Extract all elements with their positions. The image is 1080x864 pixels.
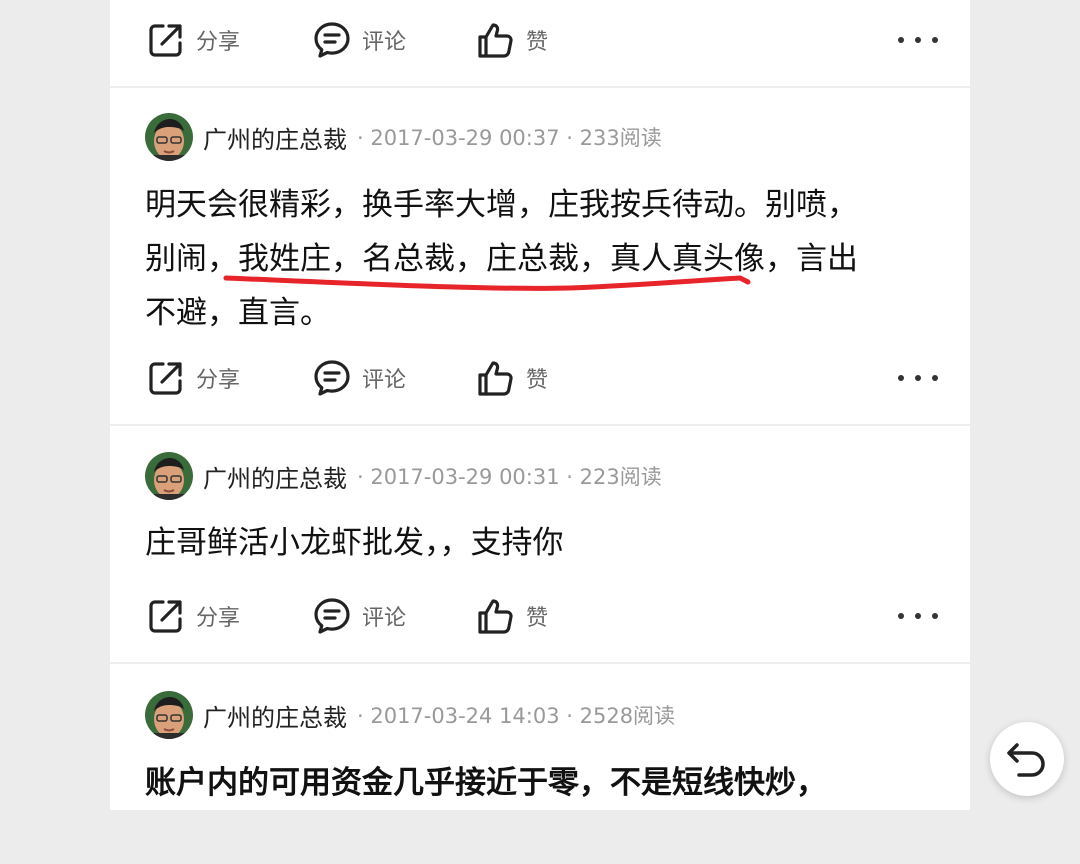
post-header: 广州的庄总裁 · 2017-03-29 00:37 · 233阅读	[145, 112, 662, 162]
avatar[interactable]	[145, 452, 193, 500]
share-icon	[149, 24, 182, 57]
comment-label: 评论	[362, 606, 407, 631]
post-meta: · 2017-03-24 14:03 · 2528阅读	[357, 704, 676, 728]
share-icon	[149, 362, 182, 395]
post-line: 明天会很精彩，换手率大增，庄我按兵待动。别喷，	[145, 187, 858, 223]
post-action-bar: 分享 评论 赞	[110, 586, 970, 646]
post-line: 账户内的可用资金几乎接近于零，不是短线快炒，	[145, 765, 827, 801]
comment-icon	[314, 598, 350, 634]
post-content[interactable]: 庄哥鲜活小龙虾批发，，支持你	[145, 516, 945, 570]
share-button[interactable]: 分享	[146, 10, 240, 70]
share-label: 分享	[196, 606, 241, 631]
more-button[interactable]	[898, 604, 938, 628]
more-button[interactable]	[898, 28, 938, 52]
comment-label: 评论	[362, 368, 407, 393]
thumbs-up-icon	[478, 599, 513, 634]
post-line: 不避，直言。	[145, 295, 331, 331]
post-line: 庄哥鲜活小龙虾批发，，支持你	[145, 525, 564, 561]
comment-label: 评论	[362, 30, 407, 55]
comment-icon	[314, 22, 350, 58]
divider	[110, 662, 970, 664]
author-name[interactable]: 广州的庄总裁	[203, 698, 347, 733]
like-label: 赞	[526, 368, 549, 393]
post-content[interactable]: 账户内的可用资金几乎接近于零，不是短线快炒，	[145, 756, 945, 810]
share-button[interactable]: 分享	[146, 348, 240, 408]
divider	[110, 424, 970, 426]
share-icon	[149, 600, 182, 633]
comment-button[interactable]: 评论	[312, 348, 406, 408]
more-button[interactable]	[898, 366, 938, 390]
comment-button[interactable]: 评论	[312, 10, 406, 70]
post-content[interactable]: 明天会很精彩，换手率大增，庄我按兵待动。别喷， 别闹，我姓庄，名总裁，庄总裁，真…	[145, 178, 945, 340]
share-button[interactable]: 分享	[146, 586, 240, 646]
like-button[interactable]: 赞	[476, 348, 548, 408]
post-action-bar: 分享 评论 赞	[110, 10, 970, 70]
thumbs-up-icon	[478, 23, 513, 58]
back-button[interactable]	[990, 722, 1064, 796]
share-label: 分享	[196, 368, 241, 393]
avatar[interactable]	[145, 113, 193, 161]
like-label: 赞	[526, 606, 549, 631]
post-line: 别闹，我姓庄，名总裁，庄总裁，真人真头像，言出	[145, 241, 858, 277]
author-name[interactable]: 广州的庄总裁	[203, 120, 347, 155]
post-action-bar: 分享 评论 赞	[110, 348, 970, 408]
comment-icon	[314, 360, 350, 396]
post-meta: · 2017-03-29 00:31 · 223阅读	[357, 465, 662, 489]
more-icon	[898, 37, 904, 43]
more-icon	[898, 613, 904, 619]
post-meta: · 2017-03-29 00:37 · 233阅读	[357, 126, 662, 150]
avatar[interactable]	[145, 691, 193, 739]
like-button[interactable]: 赞	[476, 10, 548, 70]
comment-button[interactable]: 评论	[312, 586, 406, 646]
thumbs-up-icon	[478, 361, 513, 396]
more-icon	[898, 375, 904, 381]
author-name[interactable]: 广州的庄总裁	[203, 459, 347, 494]
back-icon	[1007, 743, 1045, 777]
post-feed: 分享 评论 赞 广州的庄总裁 · 2017-03-29 00:37 · 233阅…	[110, 0, 970, 810]
like-label: 赞	[526, 30, 549, 55]
share-label: 分享	[196, 30, 241, 55]
post-header: 广州的庄总裁 · 2017-03-29 00:31 · 223阅读	[145, 451, 662, 501]
like-button[interactable]: 赞	[476, 586, 548, 646]
divider	[110, 86, 970, 88]
post-header: 广州的庄总裁 · 2017-03-24 14:03 · 2528阅读	[145, 690, 675, 740]
